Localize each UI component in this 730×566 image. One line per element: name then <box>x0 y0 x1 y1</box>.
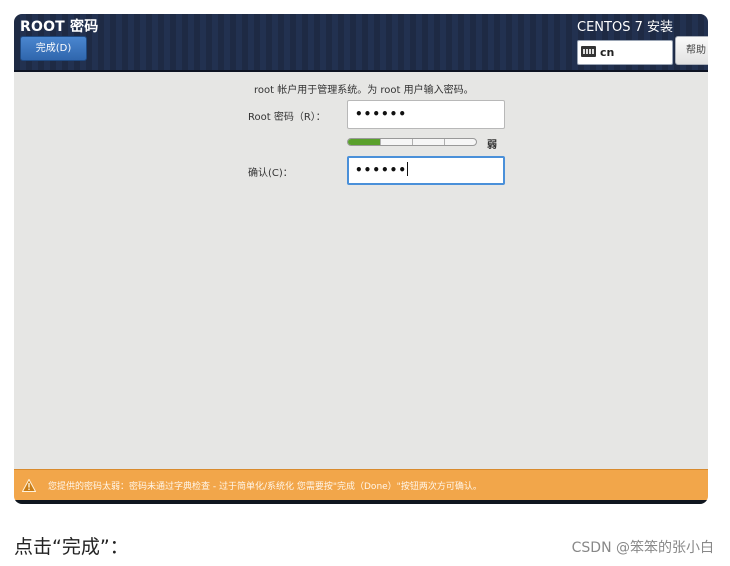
product-title: CENTOS 7 安装 <box>577 20 673 35</box>
keyboard-icon <box>581 46 596 57</box>
password-strength-meter <box>347 138 477 146</box>
caption-text: 点击“完成”： <box>14 536 129 558</box>
text-caret <box>407 162 409 176</box>
page-title: ROOT 密码 <box>20 19 99 35</box>
done-button[interactable]: 完成(D) <box>20 36 87 61</box>
warning-bar: 您提供的密码太弱：密码未通过字典检查 - 过于简单化/系统化 您需要按"完成（D… <box>14 469 708 500</box>
password-strength-label: 弱 <box>487 140 497 151</box>
window-bottom-edge <box>14 500 708 504</box>
password-strength-fill <box>348 139 380 145</box>
strength-segment-divider <box>444 139 445 145</box>
confirm-password-label: 确认(C)： <box>248 168 293 179</box>
strength-segment-divider <box>412 139 413 145</box>
description-text: root 帐户用于管理系统。为 root 用户输入密码。 <box>254 85 474 96</box>
warning-text: 您提供的密码太弱：密码未通过字典检查 - 过于简单化/系统化 您需要按"完成（D… <box>48 482 482 492</box>
strength-segment-divider <box>380 139 381 145</box>
root-password-label: Root 密码（R）： <box>248 112 326 123</box>
header-bar: ROOT 密码 完成(D) CENTOS 7 安装 cn 帮助 <box>14 14 708 72</box>
keyboard-layout-label: cn <box>600 46 615 59</box>
root-password-input[interactable]: •••••• <box>347 100 505 129</box>
installer-window: ROOT 密码 完成(D) CENTOS 7 安装 cn 帮助 root 帐户用… <box>14 14 708 504</box>
confirm-password-input[interactable]: •••••• <box>347 156 505 185</box>
watermark: CSDN @笨笨的张小白 <box>571 540 714 556</box>
confirm-password-value: •••••• <box>355 163 408 177</box>
warning-icon <box>22 479 36 492</box>
help-button[interactable]: 帮助 <box>675 36 708 65</box>
keyboard-layout-indicator[interactable]: cn <box>577 40 673 65</box>
